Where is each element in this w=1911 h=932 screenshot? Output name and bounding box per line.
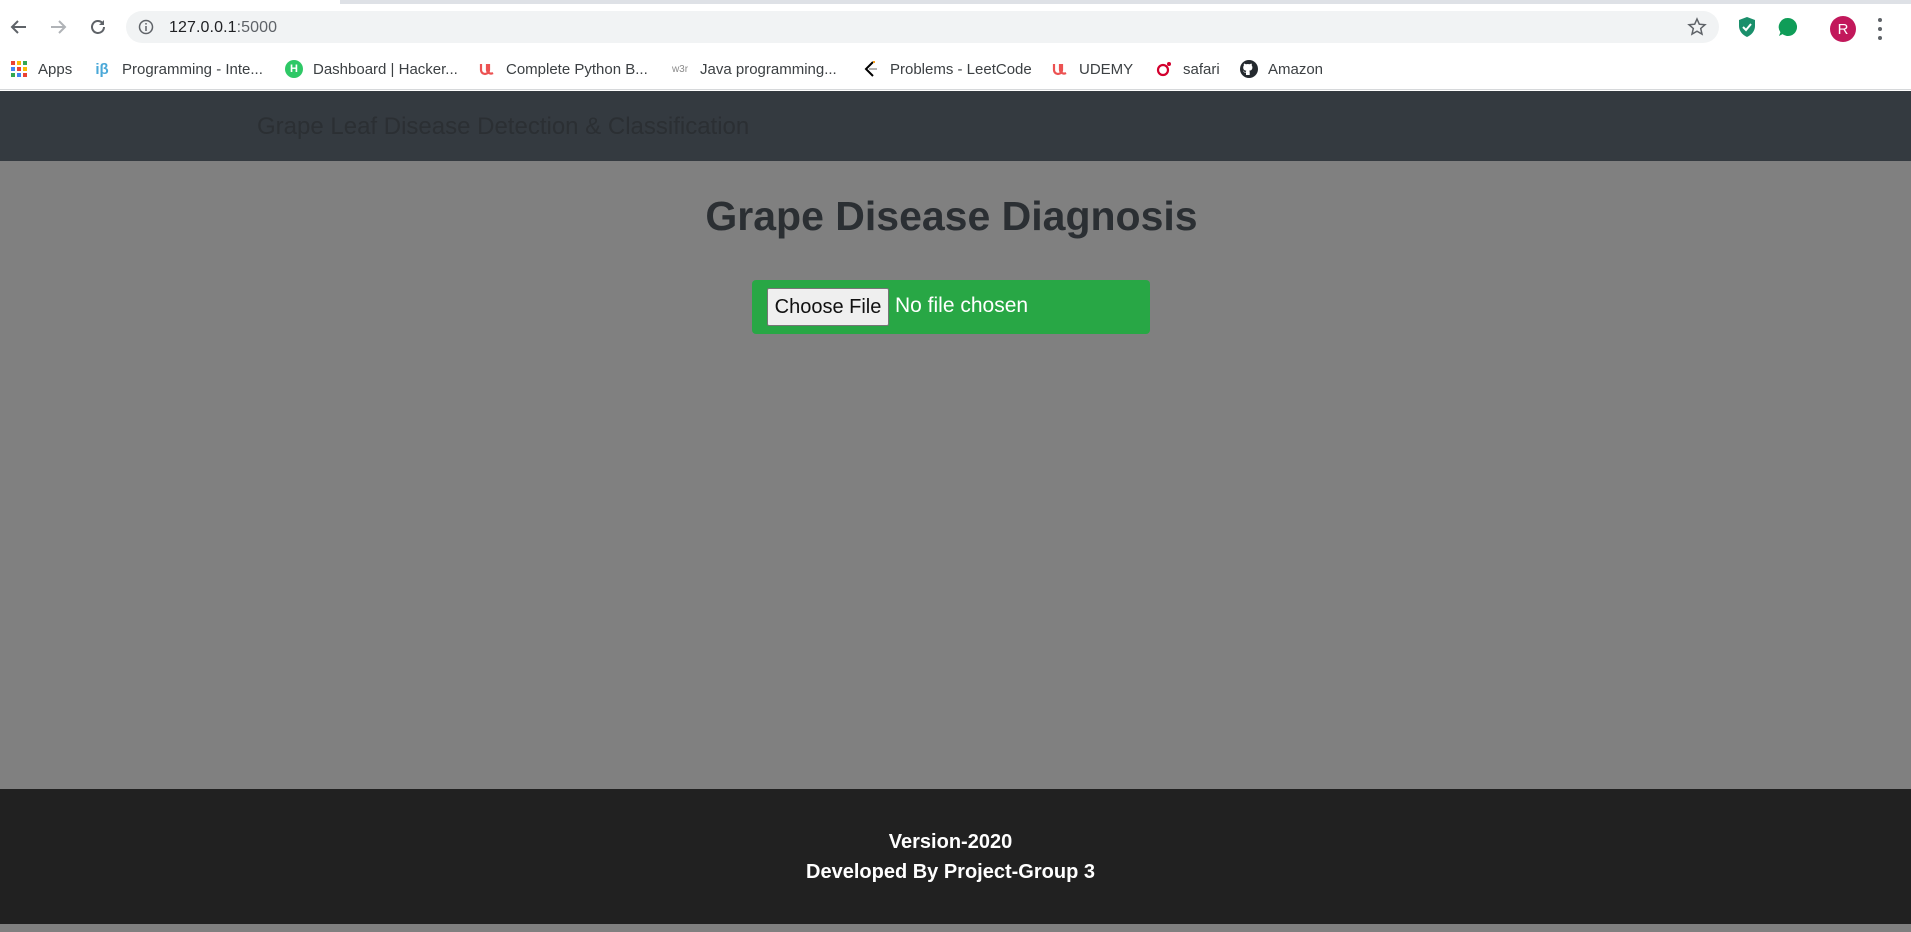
forward-button[interactable] [43,12,73,42]
reload-button[interactable] [83,12,113,42]
github-icon [1240,60,1258,78]
url-text[interactable]: 127.0.0.1:5000 [169,19,277,37]
browser-menu-icon[interactable] [1876,18,1884,40]
back-arrow-icon [10,20,26,34]
profile-avatar[interactable]: R [1830,16,1856,42]
bookmark-label: Apps [38,60,73,78]
choose-file-button[interactable]: Choose File [767,288,889,326]
file-status-text: No file chosen [895,294,1029,317]
footer-version: Version-2020 [888,831,1013,853]
bookmark-label: Complete Python B... [506,60,648,78]
udemy-icon [478,60,496,78]
bookmark-hackerrank[interactable]: H Dashboard | Hacker... [285,58,458,80]
main-content: Grape Disease Diagnosis Choose File No f… [0,161,1911,789]
bookmark-label: Programming - Inte... [122,60,263,78]
site-info-icon[interactable] [138,19,154,35]
udemy-icon [1051,60,1069,78]
bookmarks-bar: Apps iβ Programming - Inte... H Dashboar… [0,49,1911,90]
bookmark-leetcode[interactable]: Problems - LeetCode [862,58,1032,80]
bookmark-interviewbit[interactable]: iβ Programming - Inte... [92,58,263,80]
w3resource-icon: w3r [671,63,689,75]
shield-extension-icon[interactable] [1737,16,1757,38]
url-port: :5000 [236,19,278,36]
hackerrank-icon: H [285,60,303,78]
bookmark-amazon[interactable]: Amazon [1240,58,1323,80]
page-bottom-edge [0,924,1911,932]
page-title: Grape Disease Diagnosis [705,193,1198,239]
chat-bubble-extension-icon[interactable] [1777,16,1799,38]
bookmark-label: Problems - LeetCode [890,60,1032,78]
bookmark-java-programming[interactable]: w3r Java programming... [670,58,837,80]
url-host: 127.0.0.1 [169,19,237,36]
bookmark-label: Amazon [1268,60,1324,78]
site-footer: Version-2020 Developed By Project-Group … [0,789,1911,924]
forward-arrow-icon [51,20,67,34]
oreilly-icon [1155,60,1173,78]
site-navbar: Grape Leaf Disease Detection & Classific… [0,91,1911,161]
file-upload-field[interactable]: Choose File No file chosen [752,280,1150,334]
bookmark-apps[interactable]: Apps [10,58,72,80]
leetcode-icon [862,60,880,78]
bookmark-label: UDEMY [1079,60,1134,78]
bookmark-label: safari [1183,60,1220,78]
back-button[interactable] [4,12,34,42]
interviewbit-icon: iβ [95,60,109,78]
footer-developer: Developed By Project-Group 3 [806,861,1095,883]
bookmark-complete-python[interactable]: Complete Python B... [478,58,648,80]
navbar-brand[interactable]: Grape Leaf Disease Detection & Classific… [257,113,749,141]
bookmark-safari[interactable]: safari [1155,58,1220,80]
apps-grid-icon [10,60,28,78]
address-bar[interactable]: 127.0.0.1:5000 [126,11,1719,43]
bookmark-star-icon[interactable] [1687,17,1707,37]
bookmark-udemy[interactable]: UDEMY [1051,58,1133,80]
bookmark-label: Dashboard | Hacker... [313,60,458,78]
browser-toolbar: 127.0.0.1:5000 R [0,4,1911,49]
bookmark-label: Java programming... [700,60,837,78]
reload-icon [91,20,105,34]
